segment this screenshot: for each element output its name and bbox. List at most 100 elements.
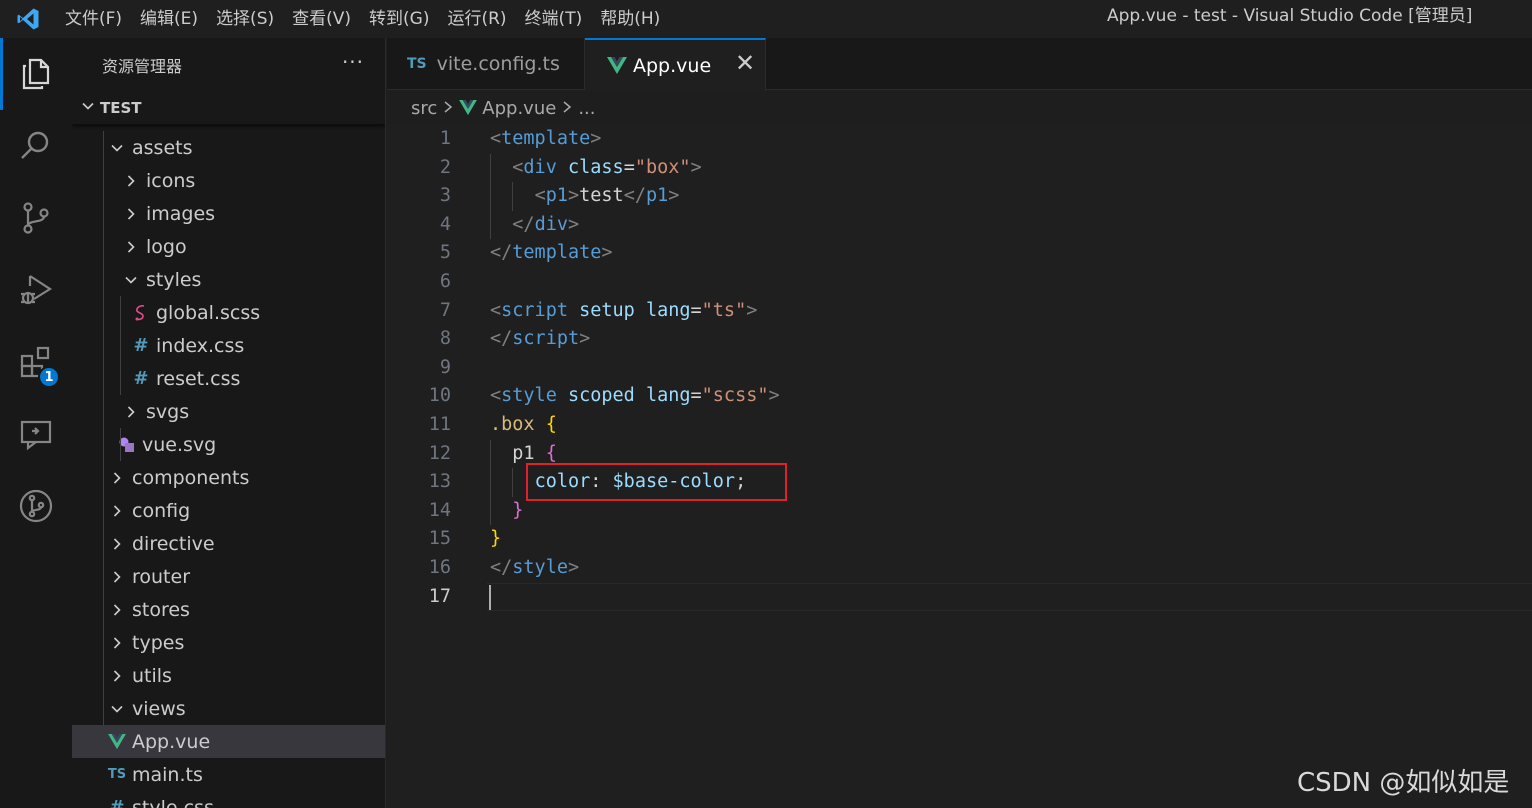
- menu-terminal[interactable]: 终端(T): [516, 0, 592, 38]
- line-number: 16: [428, 557, 451, 578]
- tree-item-label: global.scss: [156, 301, 261, 324]
- activity-bar: 1: [0, 38, 72, 808]
- source-control-icon: [23, 202, 49, 234]
- code-text: .box {: [490, 414, 557, 435]
- indent-guide: [103, 461, 104, 494]
- tree-item[interactable]: icons: [72, 164, 385, 197]
- tree-item[interactable]: # reset.css: [72, 362, 385, 395]
- tree-item[interactable]: stores: [72, 593, 385, 626]
- workspace-folder-header[interactable]: TEST: [72, 92, 385, 124]
- code-text: <div class="box">: [512, 156, 702, 178]
- tab-label: vite.config.ts: [436, 53, 560, 75]
- sass-file-icon: [130, 302, 152, 324]
- indent-guide: [103, 494, 104, 527]
- indent-guide: [103, 362, 104, 395]
- workspace-folder-name: TEST: [100, 99, 142, 117]
- indent-guide: [103, 263, 104, 296]
- indent-guide: [103, 230, 104, 263]
- search-button[interactable]: [0, 110, 72, 182]
- code-line: 9: [387, 354, 1532, 383]
- run-debug-button[interactable]: [0, 254, 72, 326]
- more-actions-button[interactable]: ···: [338, 50, 368, 80]
- indent-guide: [103, 197, 104, 230]
- line-number: 7: [439, 299, 451, 321]
- breadcrumb-src[interactable]: src: [411, 98, 437, 119]
- menu-file[interactable]: 文件(F): [56, 0, 131, 38]
- indent-guide: [103, 131, 104, 164]
- line-number: 11: [428, 414, 451, 435]
- tree-item-label: components: [132, 466, 250, 489]
- chevron-right-icon: [106, 467, 128, 489]
- chevron-right-icon: [120, 236, 142, 258]
- chevron-right-icon: [106, 599, 128, 621]
- tree-item[interactable]: components: [72, 461, 385, 494]
- tree-item-label: index.css: [156, 334, 245, 357]
- chevron-right-icon: [561, 99, 573, 118]
- tree-item[interactable]: images: [72, 197, 385, 230]
- tree-item[interactable]: config: [72, 494, 385, 527]
- tree-item[interactable]: types: [72, 626, 385, 659]
- tree-item[interactable]: svgs: [72, 395, 385, 428]
- code-line: 3 <p1>test</p1>: [387, 182, 1532, 211]
- tree-item[interactable]: # index.css: [72, 329, 385, 362]
- tree-item-label: style.css: [132, 796, 214, 808]
- indent-guide: [103, 692, 104, 725]
- breadcrumb-app-vue[interactable]: App.vue: [482, 98, 556, 119]
- tree-item[interactable]: vue.svg: [72, 428, 385, 461]
- indent-guide: [103, 593, 104, 626]
- tree-item[interactable]: styles: [72, 263, 385, 296]
- typescript-file-icon: TS: [407, 56, 427, 72]
- tree-item[interactable]: utils: [72, 659, 385, 692]
- line-number: 13: [428, 471, 451, 493]
- tree-item[interactable]: directive: [72, 527, 385, 560]
- breadcrumb-symbols[interactable]: ...: [578, 98, 595, 119]
- git-graph-icon: [19, 489, 53, 523]
- chevron-down-icon: [80, 98, 100, 118]
- line-number: 10: [428, 385, 451, 407]
- extensions-button[interactable]: 1: [0, 326, 72, 398]
- code-text: <p1>test</p1>: [534, 185, 680, 207]
- tree-item[interactable]: router: [72, 560, 385, 593]
- tree-item[interactable]: App.vue: [72, 725, 385, 758]
- tree-item[interactable]: # style.css: [72, 791, 385, 808]
- tab-vite-config[interactable]: TS vite.config.ts: [387, 38, 585, 90]
- tree-item[interactable]: logo: [72, 230, 385, 263]
- chevron-right-icon: [106, 500, 128, 522]
- chevron-right-icon: [120, 401, 142, 423]
- code-line: 5 </template>: [387, 239, 1532, 268]
- vue-file-icon: [607, 56, 627, 75]
- menu-go[interactable]: 转到(G): [360, 0, 438, 38]
- text-cursor: [489, 584, 491, 610]
- tree-item-label: images: [146, 202, 216, 225]
- tab-app-vue[interactable]: App.vue ✕: [585, 38, 766, 91]
- line-number: 5: [439, 242, 451, 264]
- code-line: 16 </style>: [387, 554, 1532, 583]
- line-number: 8: [439, 328, 451, 350]
- tree-item-label: styles: [146, 268, 202, 291]
- source-control-button[interactable]: [0, 182, 72, 254]
- line-number: 14: [428, 499, 451, 521]
- menu-help[interactable]: 帮助(H): [591, 0, 669, 38]
- tree-item[interactable]: TS main.ts: [72, 758, 385, 791]
- tree-item[interactable]: assets: [72, 131, 385, 164]
- code-text: <template>: [490, 128, 602, 149]
- remote-explorer-button[interactable]: [0, 398, 72, 470]
- menu-run[interactable]: 运行(R): [438, 0, 515, 38]
- close-icon[interactable]: ✕: [733, 51, 757, 76]
- code-line: 7 <script setup lang="ts">: [387, 297, 1532, 326]
- tree-item[interactable]: views: [72, 692, 385, 725]
- git-graph-button[interactable]: [0, 470, 72, 542]
- menu-selection[interactable]: 选择(S): [207, 0, 283, 38]
- typescript-file-icon: TS: [107, 767, 127, 782]
- tree-item-label: icons: [146, 169, 196, 192]
- tree-item-label: assets: [132, 136, 193, 159]
- chevron-right-icon: [120, 170, 142, 192]
- code-line: 15}: [387, 525, 1532, 554]
- menu-edit[interactable]: 编辑(E): [131, 0, 207, 38]
- tree-item[interactable]: global.scss: [72, 296, 385, 329]
- line-number: 12: [428, 442, 451, 464]
- chevron-down-icon: [120, 269, 142, 291]
- menu-view[interactable]: 查看(V): [283, 0, 360, 38]
- explorer-button[interactable]: [0, 38, 72, 110]
- line-number: 3: [439, 185, 451, 207]
